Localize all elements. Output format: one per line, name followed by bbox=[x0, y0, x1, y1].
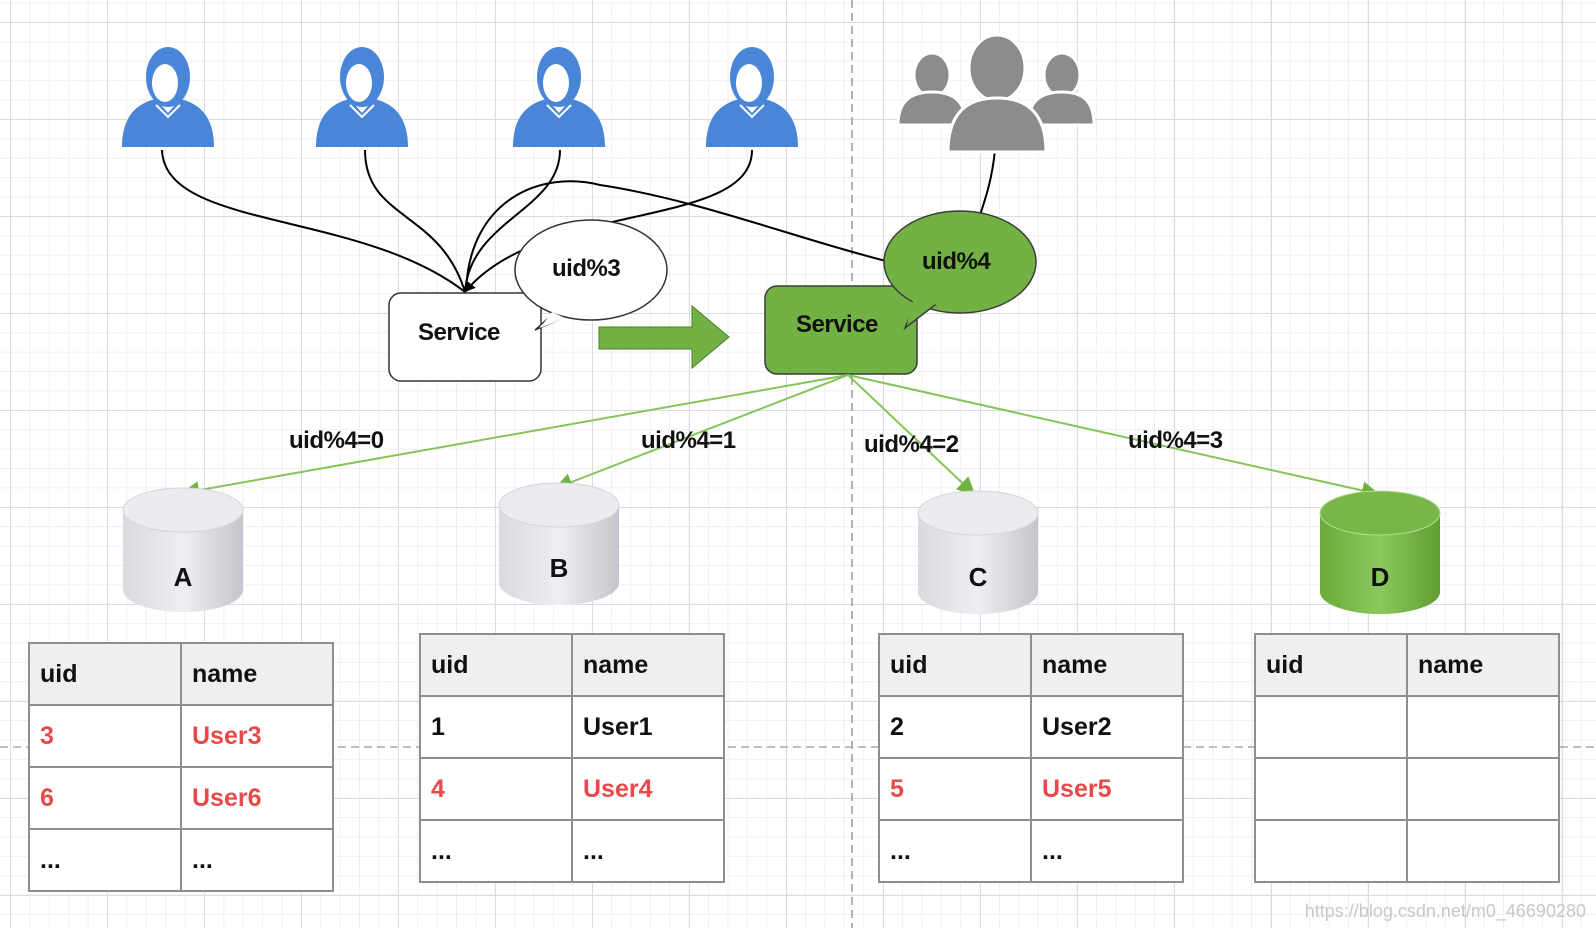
cell-name: ... bbox=[1030, 819, 1184, 883]
header-name: name bbox=[1406, 633, 1560, 697]
route-line-a bbox=[181, 374, 849, 500]
table-row: 4 User4 bbox=[419, 757, 725, 821]
user-icon bbox=[122, 47, 214, 147]
new-service-bubble-text: uid%4 bbox=[922, 248, 991, 275]
route-label-b: uid%4=1 bbox=[641, 427, 736, 454]
header-uid: uid bbox=[878, 633, 1032, 697]
table-header-row: uid name bbox=[419, 633, 725, 697]
route-label-c: uid%4=2 bbox=[864, 431, 959, 458]
cell-name: User6 bbox=[180, 766, 334, 830]
header-name: name bbox=[180, 642, 334, 706]
header-uid: uid bbox=[28, 642, 182, 706]
user-icon bbox=[706, 47, 798, 147]
table-row: 5 User5 bbox=[878, 757, 1184, 821]
table-row: 6 User6 bbox=[28, 766, 334, 830]
cell-uid: 3 bbox=[28, 704, 182, 768]
cell-name bbox=[1406, 695, 1560, 759]
cell-uid: 6 bbox=[28, 766, 182, 830]
user-icon bbox=[513, 47, 605, 147]
new-service-label: Service bbox=[796, 311, 878, 338]
database-c bbox=[917, 490, 1039, 614]
route-label-a: uid%4=0 bbox=[289, 427, 384, 454]
cell-uid: 2 bbox=[878, 695, 1032, 759]
header-name: name bbox=[571, 633, 725, 697]
cell-uid: 5 bbox=[878, 757, 1032, 821]
user-icons bbox=[122, 47, 798, 147]
connection-user-1 bbox=[161, 149, 476, 293]
old-service-bubble-text: uid%3 bbox=[552, 255, 621, 282]
header-uid: uid bbox=[1254, 633, 1408, 697]
connection-user-2 bbox=[364, 149, 466, 293]
cell-uid bbox=[1254, 819, 1408, 883]
table-row bbox=[1254, 695, 1560, 759]
table-header-row: uid name bbox=[878, 633, 1184, 697]
old-service-label: Service bbox=[418, 319, 500, 346]
connection-group bbox=[979, 149, 996, 216]
database-b-label: B bbox=[549, 553, 569, 583]
database-d-label: D bbox=[1370, 562, 1390, 592]
cell-name: User4 bbox=[571, 757, 725, 821]
table-header-row: uid name bbox=[28, 642, 334, 706]
cell-name: User3 bbox=[180, 704, 334, 768]
table-a: uid name 3 User3 6 User6 ... ... bbox=[28, 642, 334, 892]
database-a bbox=[122, 487, 244, 612]
table-header-row: uid name bbox=[1254, 633, 1560, 697]
cell-uid bbox=[1254, 695, 1408, 759]
cell-name: ... bbox=[180, 828, 334, 892]
database-c-label: C bbox=[968, 562, 988, 592]
table-row: 3 User3 bbox=[28, 704, 334, 768]
database-a-label: A bbox=[173, 562, 193, 592]
table-c: uid name 2 User2 5 User5 ... ... bbox=[878, 633, 1184, 883]
route-label-d: uid%4=3 bbox=[1128, 427, 1223, 454]
cell-name: User2 bbox=[1030, 695, 1184, 759]
cell-uid: ... bbox=[878, 819, 1032, 883]
cell-name: User5 bbox=[1030, 757, 1184, 821]
table-d: uid name bbox=[1254, 633, 1560, 883]
header-name: name bbox=[1030, 633, 1184, 697]
users-group-icon bbox=[896, 33, 1096, 154]
header-uid: uid bbox=[419, 633, 573, 697]
cell-name bbox=[1406, 819, 1560, 883]
cell-uid: ... bbox=[28, 828, 182, 892]
table-row: 2 User2 bbox=[878, 695, 1184, 759]
cell-name: ... bbox=[571, 819, 725, 883]
user-icon bbox=[316, 47, 408, 147]
cell-uid: ... bbox=[419, 819, 573, 883]
cell-name bbox=[1406, 757, 1560, 821]
table-row: 1 User1 bbox=[419, 695, 725, 759]
table-row bbox=[1254, 819, 1560, 883]
cell-uid bbox=[1254, 757, 1408, 821]
cell-uid: 1 bbox=[419, 695, 573, 759]
cell-name: User1 bbox=[571, 695, 725, 759]
cell-uid: 4 bbox=[419, 757, 573, 821]
watermark-url: https://blog.csdn.net/m0_46690280 bbox=[1304, 901, 1586, 921]
table-row: ... ... bbox=[419, 819, 725, 883]
table-row: ... ... bbox=[878, 819, 1184, 883]
table-row: ... ... bbox=[28, 828, 334, 892]
database-b bbox=[498, 482, 620, 605]
table-b: uid name 1 User1 4 User4 ... ... bbox=[419, 633, 725, 883]
database-d bbox=[1319, 490, 1441, 614]
table-row bbox=[1254, 757, 1560, 821]
